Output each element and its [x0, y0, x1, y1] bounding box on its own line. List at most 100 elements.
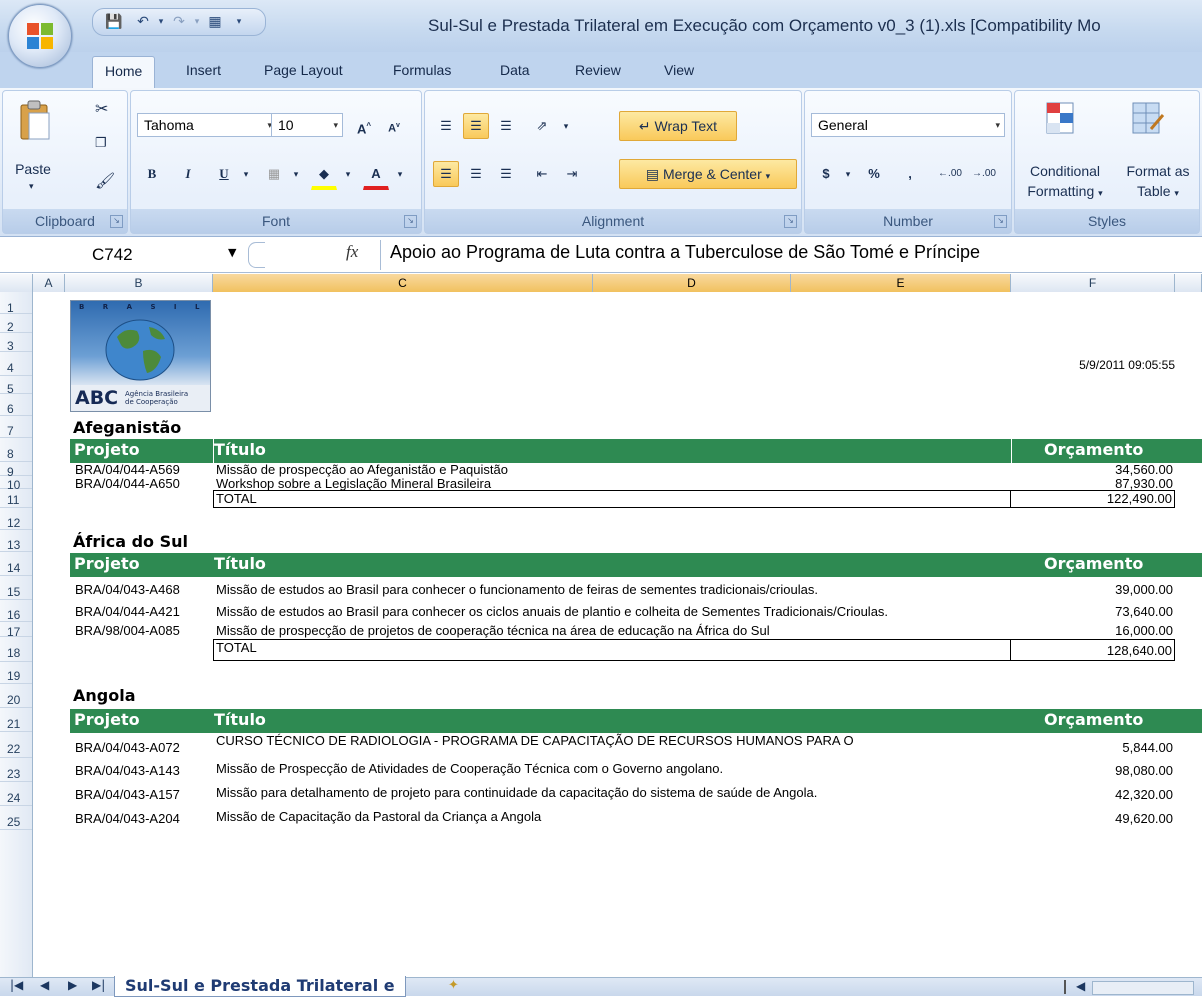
- sheet-tab-active[interactable]: Sul-Sul e Prestada Trilateral e: [114, 976, 406, 997]
- number-launcher-icon[interactable]: ↘: [994, 215, 1007, 228]
- next-sheet-icon[interactable]: ▶: [68, 978, 77, 992]
- tab-insert[interactable]: Insert: [186, 62, 221, 78]
- row-header[interactable]: 4: [0, 352, 32, 376]
- row-header[interactable]: 12: [0, 508, 32, 530]
- redo-icon[interactable]: ↷: [171, 14, 187, 30]
- formula-content[interactable]: Apoio ao Programa de Luta contra a Tuber…: [390, 242, 980, 263]
- decrease-indent-icon[interactable]: ⇤: [529, 161, 555, 187]
- grid-icon[interactable]: ▦: [207, 14, 223, 30]
- first-sheet-icon[interactable]: |◀: [10, 978, 23, 992]
- column-header-a[interactable]: A: [33, 274, 65, 292]
- customize-qat-icon[interactable]: ▾: [231, 14, 247, 30]
- row-header[interactable]: 7: [0, 416, 32, 438]
- bold-button[interactable]: B: [139, 161, 165, 187]
- percent-button[interactable]: %: [861, 161, 887, 187]
- format-as-table-icon[interactable]: [1129, 99, 1165, 139]
- row-header[interactable]: 6: [0, 394, 32, 416]
- save-icon[interactable]: 💾: [105, 14, 122, 30]
- row-header[interactable]: 20: [0, 684, 32, 708]
- font-color-dropdown-icon[interactable]: ▾: [387, 161, 413, 187]
- italic-button[interactable]: I: [175, 161, 201, 187]
- row-header[interactable]: 10: [0, 476, 32, 492]
- row-header[interactable]: 15: [0, 576, 32, 600]
- align-center-icon[interactable]: ☰: [463, 161, 489, 187]
- row-header[interactable]: 19: [0, 662, 32, 684]
- tab-split-handle[interactable]: [1064, 980, 1066, 994]
- row-header[interactable]: 22: [0, 732, 32, 758]
- select-all-corner[interactable]: [0, 274, 33, 292]
- align-bottom-icon[interactable]: ☰: [493, 113, 519, 139]
- number-format-combo[interactable]: General ▾: [811, 113, 1005, 137]
- undo-icon[interactable]: ↶: [135, 14, 151, 30]
- clipboard-launcher-icon[interactable]: ↘: [110, 215, 123, 228]
- column-header-d[interactable]: D: [593, 274, 791, 292]
- align-right-icon[interactable]: ☰: [493, 161, 519, 187]
- paste-button[interactable]: Paste: [11, 161, 55, 177]
- scroll-left-icon[interactable]: ◀: [1076, 979, 1085, 993]
- alignment-launcher-icon[interactable]: ↘: [784, 215, 797, 228]
- format-painter-icon[interactable]: 🖌: [95, 171, 115, 191]
- tab-review[interactable]: Review: [575, 62, 621, 78]
- tab-formulas[interactable]: Formulas: [393, 62, 451, 78]
- fill-color-icon[interactable]: ◆: [311, 161, 337, 190]
- font-size-combo[interactable]: 10 ▾: [271, 113, 343, 137]
- row-header[interactable]: 21: [0, 708, 32, 732]
- row-header[interactable]: 8: [0, 438, 32, 462]
- insert-function-icon[interactable]: fx: [346, 242, 358, 262]
- copy-icon[interactable]: ❐: [95, 135, 107, 151]
- borders-dropdown-icon[interactable]: ▾: [283, 161, 309, 187]
- row-header[interactable]: 14: [0, 552, 32, 576]
- row-header[interactable]: 23: [0, 758, 32, 782]
- cut-icon[interactable]: ✂: [95, 99, 108, 119]
- conditional-formatting-button[interactable]: Conditional Formatting ▾: [1019, 161, 1111, 203]
- increase-decimal-button[interactable]: ←.00: [937, 161, 963, 187]
- prev-sheet-icon[interactable]: ◀: [40, 978, 49, 992]
- align-left-icon[interactable]: ☰: [433, 161, 459, 187]
- decrease-decimal-button[interactable]: →.00: [971, 161, 997, 187]
- column-header-c[interactable]: C: [213, 274, 593, 292]
- row-header[interactable]: 3: [0, 333, 32, 353]
- tab-home[interactable]: Home: [92, 56, 156, 88]
- font-color-icon[interactable]: A: [363, 161, 389, 190]
- formula-bar-splitter[interactable]: [248, 242, 265, 268]
- column-header-f[interactable]: F: [1011, 274, 1175, 292]
- insert-sheet-icon[interactable]: ✦: [448, 978, 459, 993]
- font-family-combo[interactable]: Tahoma ▾: [137, 113, 277, 137]
- last-sheet-icon[interactable]: ▶|: [92, 978, 105, 992]
- row-header[interactable]: 18: [0, 637, 32, 662]
- row-header[interactable]: 16: [0, 600, 32, 622]
- worksheet[interactable]: B R A S I L ABC Agência Brasileira de Co…: [33, 292, 1202, 977]
- row-header[interactable]: 9: [0, 462, 32, 479]
- orientation-dropdown-icon[interactable]: ▾: [553, 113, 579, 139]
- paste-dropdown-icon[interactable]: ▾: [29, 181, 34, 192]
- row-header[interactable]: 24: [0, 782, 32, 806]
- horizontal-scrollbar[interactable]: [1092, 981, 1194, 995]
- font-launcher-icon[interactable]: ↘: [404, 215, 417, 228]
- row-header[interactable]: 25: [0, 806, 32, 830]
- merge-center-button[interactable]: ▤ Merge & Center ▾: [619, 159, 797, 189]
- row-header[interactable]: 13: [0, 530, 32, 552]
- align-middle-icon[interactable]: ☰: [463, 113, 489, 139]
- paste-icon[interactable]: [17, 99, 53, 143]
- row-header[interactable]: 1: [0, 292, 32, 315]
- align-top-icon[interactable]: ☰: [433, 113, 459, 139]
- column-header-b[interactable]: B: [65, 274, 213, 292]
- undo-dropdown-icon[interactable]: ▾: [153, 14, 169, 30]
- tab-view[interactable]: View: [664, 62, 694, 78]
- conditional-formatting-icon[interactable]: [1043, 99, 1079, 139]
- row-header[interactable]: 17: [0, 622, 32, 639]
- comma-button[interactable]: ,: [897, 161, 923, 187]
- tab-page-layout[interactable]: Page Layout: [264, 62, 343, 78]
- increase-indent-icon[interactable]: ⇥: [559, 161, 585, 187]
- name-box[interactable]: C742: [0, 241, 240, 269]
- row-header[interactable]: 2: [0, 314, 32, 334]
- grow-font-icon[interactable]: A^: [351, 113, 377, 139]
- underline-dropdown-icon[interactable]: ▾: [233, 161, 259, 187]
- column-header-g[interactable]: [1175, 274, 1202, 292]
- row-header[interactable]: 5: [0, 376, 32, 396]
- currency-dropdown-icon[interactable]: ▾: [835, 161, 861, 187]
- format-as-table-button[interactable]: Format as Table ▾: [1115, 161, 1201, 203]
- office-button[interactable]: [8, 4, 72, 68]
- redo-dropdown-icon[interactable]: ▾: [189, 14, 205, 30]
- fill-color-dropdown-icon[interactable]: ▾: [335, 161, 361, 187]
